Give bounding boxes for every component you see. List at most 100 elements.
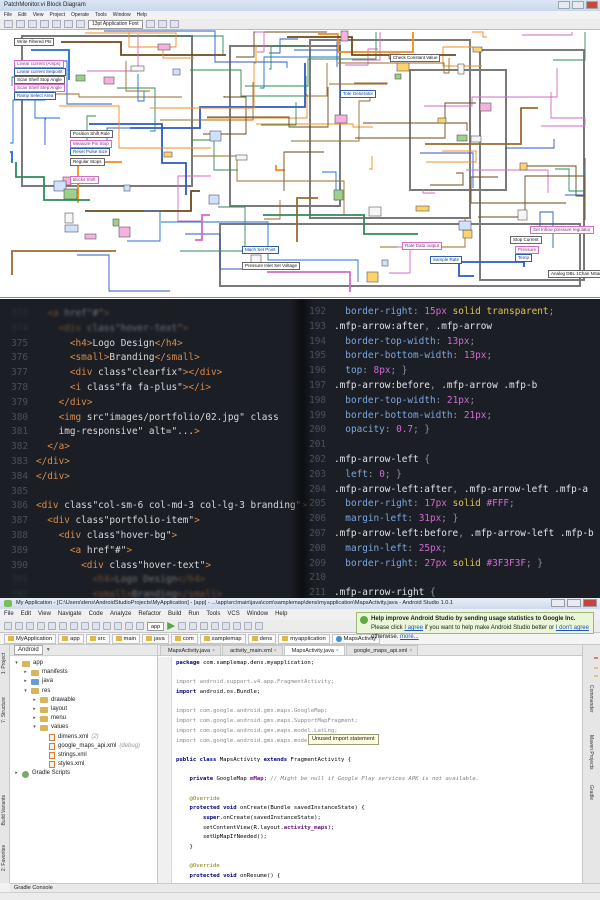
code-line[interactable]: 383 </div>: [0, 455, 300, 470]
function-node-icon[interactable]: [118, 226, 131, 238]
code-line[interactable]: 208 margin-left: 25px;: [298, 542, 600, 557]
breadcrumb-item[interactable]: java: [142, 633, 169, 644]
function-node-icon[interactable]: [75, 74, 86, 82]
stop-icon[interactable]: [200, 622, 209, 630]
tree-node[interactable]: dimens.xml (2): [10, 733, 157, 742]
code-line[interactable]: [176, 766, 576, 776]
tool-window-button[interactable]: Maven Projects: [588, 735, 594, 769]
wire[interactable]: [256, 63, 328, 97]
code-text[interactable]: <h4>Logo Design</h4>: [36, 338, 183, 349]
distribute-icon[interactable]: [157, 20, 167, 28]
function-node-icon[interactable]: [368, 206, 382, 217]
code-text[interactable]: .mfp-arrow-left:before, .mfp-arrow-left …: [334, 528, 594, 539]
code-line[interactable]: [176, 669, 576, 679]
code-line[interactable]: 194 border-top-width: 13px;: [298, 335, 600, 350]
block-diagram-label[interactable]: Stop Current: [510, 236, 542, 244]
editor-content[interactable]: package com.samplemap.dens.myapplication…: [158, 657, 582, 899]
code-text[interactable]: </div>: [36, 471, 70, 482]
menu-item-tools[interactable]: Tools: [95, 11, 107, 19]
wire[interactable]: [355, 102, 476, 139]
block-diagram-label[interactable]: Pressure Inlet Set Voltage: [242, 262, 301, 270]
wire[interactable]: [329, 82, 388, 85]
function-node-icon[interactable]: [64, 224, 79, 233]
breadcrumb-item[interactable]: app: [58, 633, 84, 644]
help-icon[interactable]: [255, 622, 264, 630]
tool-window-button[interactable]: 7: Structure: [1, 697, 7, 723]
maximize-button[interactable]: [572, 1, 584, 9]
block-diagram-label[interactable]: Regular Stops: [70, 158, 105, 166]
wire[interactable]: [424, 68, 558, 107]
wire[interactable]: [160, 82, 254, 121]
code-line[interactable]: 192 border-right: 15px solid transparent…: [298, 305, 600, 320]
undo-icon[interactable]: [37, 622, 45, 630]
wire[interactable]: [269, 45, 306, 70]
code-line[interactable]: 199 border-bottom-width: 21px;: [298, 409, 600, 424]
block-diagram-label[interactable]: Measure Pin Stop: [70, 140, 112, 148]
code-line[interactable]: [176, 853, 576, 863]
function-node-icon[interactable]: [519, 162, 528, 171]
code-line[interactable]: import android.support.v4.app.FragmentAc…: [176, 678, 576, 688]
code-line[interactable]: 386 <div class"col-sm-6 col-md-3 col-lg-3…: [0, 499, 307, 514]
code-line[interactable]: 389 <a href"#">: [0, 544, 300, 559]
menu-item-file[interactable]: File: [4, 609, 14, 620]
menu-item-project[interactable]: Project: [49, 11, 65, 19]
block-diagram-label[interactable]: Bucks Shift: [70, 176, 99, 184]
code-text[interactable]: <img src"images/portfolio/02.jpg" class: [36, 412, 279, 423]
code-text[interactable]: top: 8px; }: [334, 365, 407, 376]
block-diagram-label[interactable]: Write Filtered Pts: [14, 38, 55, 46]
breadcrumb-item[interactable]: myapplication: [278, 633, 330, 644]
forward-icon[interactable]: [125, 622, 133, 630]
tool-window-button[interactable]: 2: Favorites: [1, 845, 7, 871]
function-node-icon[interactable]: [235, 154, 248, 161]
editor-gutter[interactable]: [158, 657, 172, 883]
close-icon[interactable]: ×: [409, 646, 412, 656]
function-node-icon[interactable]: [103, 76, 115, 85]
wire[interactable]: [261, 102, 297, 126]
paste-icon[interactable]: [81, 622, 89, 630]
menu-item-refactor[interactable]: Refactor: [138, 609, 161, 620]
function-node-icon[interactable]: [470, 135, 482, 143]
code-line[interactable]: 392 <small>Branding</small>: [0, 588, 300, 598]
code-text[interactable]: </a>: [36, 441, 70, 452]
wire[interactable]: [291, 98, 371, 142]
wire[interactable]: [207, 94, 308, 119]
code-line[interactable]: setContentView(R.layout.activity_maps);: [176, 824, 576, 834]
tree-node[interactable]: ▸ java: [10, 677, 157, 686]
monitor-icon[interactable]: [244, 622, 253, 630]
collapse-arrow-icon[interactable]: ▸: [23, 668, 28, 677]
function-node-icon[interactable]: [209, 130, 222, 142]
code-line[interactable]: 202 .mfp-arrow-left {: [298, 453, 600, 468]
code-text[interactable]: <h4>Logo Design</h4>: [36, 574, 205, 585]
back-icon[interactable]: [114, 622, 122, 630]
code-text[interactable]: left: 0; }: [334, 469, 402, 480]
highlight-execution-icon[interactable]: [52, 20, 61, 28]
code-line[interactable]: 200 opacity: 0.7; }: [298, 423, 600, 438]
function-node-icon[interactable]: [437, 117, 447, 124]
block-diagram-label[interactable]: Reset Pulse Size: [70, 148, 111, 156]
tree-node[interactable]: styles.xml: [10, 760, 157, 769]
wire[interactable]: [555, 168, 585, 192]
wire[interactable]: [296, 197, 318, 242]
block-diagram-label[interactable]: Linear current (Amps): [14, 60, 64, 68]
code-line[interactable]: 374 <div class"hover-text">: [0, 322, 300, 337]
wire[interactable]: [190, 69, 307, 97]
align-icon[interactable]: [145, 20, 155, 28]
code-line[interactable]: import com.google.android.gms.maps.Suppo…: [176, 717, 576, 727]
breadcrumb-item[interactable]: com: [170, 633, 198, 644]
code-line[interactable]: 206 margin-left: 31px; }: [298, 512, 600, 527]
disagree-link[interactable]: I don't agree: [556, 625, 589, 631]
function-node-icon[interactable]: [112, 218, 120, 227]
code-lines[interactable]: package com.samplemap.dens.myapplication…: [176, 659, 576, 900]
function-node-icon[interactable]: [334, 114, 348, 124]
breadcrumb-item[interactable]: main: [111, 633, 141, 644]
code-line[interactable]: 391 <h4>Logo Design</h4>: [0, 573, 300, 588]
gradle-console-bar[interactable]: Gradle Console: [10, 883, 600, 892]
function-node-icon[interactable]: [163, 151, 173, 158]
code-line[interactable]: 380 <img src"images/portfolio/02.jpg" cl…: [0, 411, 300, 426]
menu-item-window[interactable]: Window: [247, 609, 268, 620]
code-text[interactable]: opacity: 0.7; }: [334, 424, 430, 435]
block-diagram-label[interactable]: Set Inflow pressure regulator: [530, 226, 594, 234]
code-line[interactable]: 193 .mfp-arrow:after, .mfp-arrow: [298, 320, 600, 335]
wire[interactable]: [203, 96, 247, 135]
block-diagram-label[interactable]: Ramp Select Area: [14, 92, 57, 100]
